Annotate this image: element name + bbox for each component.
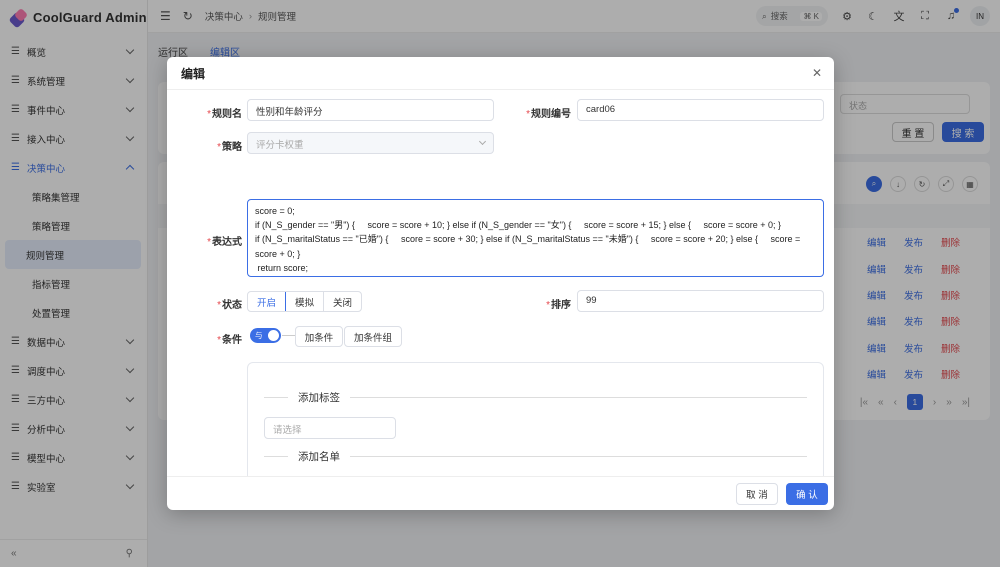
order-label: *排序 <box>546 300 571 311</box>
close-icon[interactable]: ✕ <box>812 66 822 80</box>
status-option-off[interactable]: 关闭 <box>324 292 361 311</box>
add-list-title: 添加名单 <box>288 449 350 464</box>
strategy-select: 评分卡权重 <box>247 132 494 154</box>
condition-logic-toggle[interactable]: 与 <box>250 328 281 343</box>
toggle-knob <box>268 330 279 341</box>
cancel-button[interactable]: 取 消 <box>736 483 778 505</box>
hit-config-box: 添加标签 请选择 添加名单 添 加 <box>247 362 824 476</box>
add-condition-group-button[interactable]: 加条件组 <box>344 326 402 347</box>
expression-textarea[interactable]: score = 0; if (N_S_gender == "男") { scor… <box>247 199 824 277</box>
condition-label: *条件 <box>217 335 242 346</box>
order-input[interactable]: 99 <box>577 290 824 312</box>
add-condition-button[interactable]: 加条件 <box>295 326 343 347</box>
connector-line <box>282 335 295 336</box>
strategy-label: *策略 <box>217 142 242 153</box>
chevron-down-icon <box>478 137 487 146</box>
status-option-simulate[interactable]: 模拟 <box>286 292 325 311</box>
status-option-on[interactable]: 开启 <box>248 292 287 311</box>
modal-footer: 取 消 确 认 <box>167 476 834 510</box>
add-tag-title: 添加标签 <box>288 390 350 405</box>
status-label: *状态 <box>217 300 242 311</box>
rule-code-label: *规则编号 <box>526 109 571 120</box>
rule-name-input[interactable]: 性别和年龄评分 <box>247 99 494 121</box>
status-segmented: 开启 模拟 关闭 <box>247 291 363 312</box>
rule-code-input[interactable]: card06 <box>577 99 824 121</box>
modal-title: 编辑 <box>167 57 834 90</box>
rule-name-label: *规则名 <box>207 109 242 120</box>
app-root: CoolGuard Admin ☰ 概览 ☰ 系统管理 ☰ 事件中心 ☰ 接入中心 ☰ 决… <box>0 0 1000 567</box>
tag-select[interactable]: 请选择 <box>264 417 396 439</box>
modal-body: *规则名 性别和年龄评分 *规则编号 card06 *策略 评分卡权重 *表达式… <box>167 90 834 476</box>
expression-label: *表达式 <box>207 237 242 248</box>
confirm-button[interactable]: 确 认 <box>786 483 828 505</box>
edit-rule-modal: 编辑 ✕ *规则名 性别和年龄评分 *规则编号 card06 *策略 评分卡权重… <box>167 57 834 510</box>
